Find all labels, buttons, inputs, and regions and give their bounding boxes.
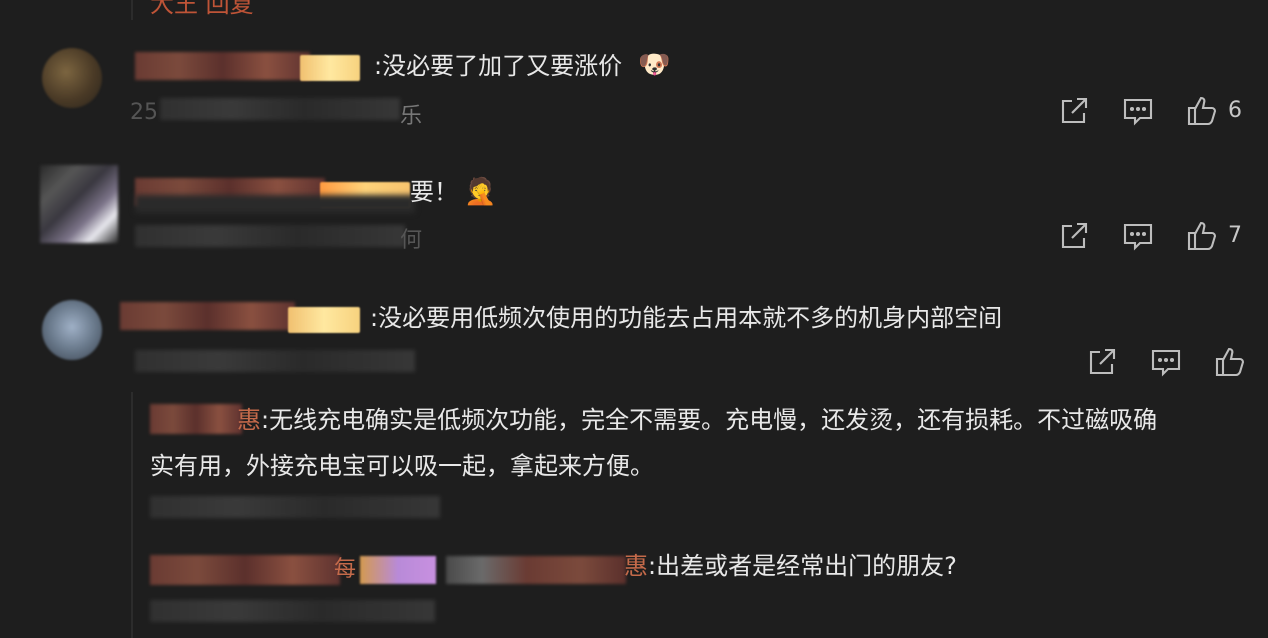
share-icon bbox=[1089, 348, 1116, 375]
reply-username-tail[interactable]: 惠 bbox=[237, 406, 261, 434]
avatar[interactable] bbox=[40, 165, 118, 243]
reply-button[interactable] bbox=[1150, 346, 1182, 378]
comment-text: 要！ bbox=[410, 178, 458, 206]
comment-icon bbox=[1123, 223, 1153, 251]
share-icon bbox=[1061, 222, 1088, 249]
comment-text: :没必要了加了又要涨价 bbox=[374, 52, 623, 80]
comment-meta-blurred bbox=[160, 98, 400, 120]
comment-meta-partial: 25 bbox=[130, 100, 158, 125]
reply-thread-line bbox=[131, 392, 133, 638]
comment-meta-tail: 何 bbox=[400, 228, 423, 253]
reply-meta-blurred bbox=[150, 496, 440, 518]
like-count: 7 bbox=[1228, 223, 1242, 248]
share-button[interactable] bbox=[1058, 95, 1090, 127]
reply-text: :出差或者是经常出门的朋友? bbox=[648, 552, 957, 580]
like-button[interactable] bbox=[1186, 220, 1218, 252]
comment-icon bbox=[1123, 98, 1153, 126]
reply-badge-blurred bbox=[360, 556, 436, 584]
like-icon bbox=[1187, 96, 1217, 126]
comment-text: :没必要用低频次使用的功能去占用本就不多的机身内部空间 bbox=[370, 304, 1003, 332]
like-icon bbox=[1187, 221, 1217, 251]
thread-line bbox=[131, 0, 133, 20]
reply-text-line2: 实有用，外接充电宝可以吸一起，拿起来方便。 bbox=[150, 452, 654, 480]
reply-text-line1: :无线充电确实是低频次功能，完全不需要。充电慢，还发烫，还有损耗。不过磁吸确 bbox=[261, 406, 1158, 434]
facepalm-emoji: 🤦 bbox=[464, 177, 497, 207]
comment-icon bbox=[1151, 349, 1181, 377]
reply-item: 惠:出差或者是经常出门的朋友? bbox=[624, 550, 957, 582]
like-button[interactable] bbox=[1214, 346, 1246, 378]
share-button[interactable] bbox=[1086, 346, 1118, 378]
like-button[interactable] bbox=[1186, 95, 1218, 127]
reply-username-mid[interactable]: 每 bbox=[334, 551, 356, 583]
like-count: 6 bbox=[1228, 98, 1242, 123]
reply-meta-blurred bbox=[150, 600, 435, 622]
user-badge-blurred bbox=[288, 307, 360, 333]
doge-emoji: 🐶 bbox=[638, 50, 671, 80]
reply-username-tail[interactable]: 惠 bbox=[624, 552, 648, 580]
username-blurred[interactable] bbox=[135, 52, 310, 80]
reply-button[interactable] bbox=[1122, 95, 1154, 127]
comment-meta-tail: 乐 bbox=[400, 104, 423, 129]
reply-button[interactable] bbox=[1122, 220, 1154, 252]
reply-item: 惠:无线充电确实是低频次功能，完全不需要。充电慢，还发烫，还有损耗。不过磁吸确 … bbox=[150, 397, 1240, 489]
reply-username-blurred[interactable] bbox=[150, 555, 340, 585]
comment-meta-blurred bbox=[135, 225, 405, 247]
top-fragment: 大王 回复 bbox=[150, 0, 254, 18]
user-badge-blurred bbox=[300, 55, 360, 81]
avatar[interactable] bbox=[42, 48, 102, 108]
reply-username-blurred-2[interactable] bbox=[446, 556, 626, 584]
share-button[interactable] bbox=[1058, 220, 1090, 252]
share-icon bbox=[1061, 97, 1088, 124]
username-blurred[interactable] bbox=[120, 302, 295, 330]
like-icon bbox=[1215, 347, 1245, 377]
comment-meta-blurred bbox=[135, 350, 415, 372]
avatar[interactable] bbox=[42, 300, 102, 360]
